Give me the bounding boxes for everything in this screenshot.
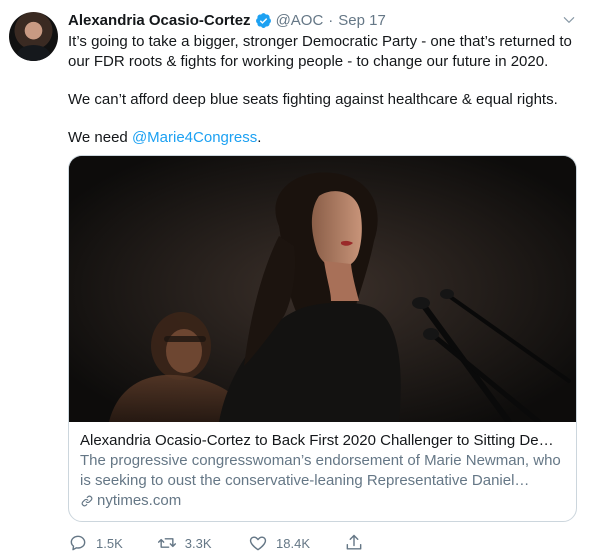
- verified-badge-icon: [255, 12, 271, 28]
- tweet-paragraph-3: We need @Marie4Congress.: [68, 128, 583, 148]
- card-description: The progressive congresswoman’s endorsem…: [80, 452, 561, 489]
- retweet-icon: [157, 538, 176, 548]
- reply-button[interactable]: 1.5K: [68, 533, 123, 553]
- author-handle[interactable]: @AOC: [276, 12, 324, 29]
- author-name[interactable]: Alexandria Ocasio-Cortez: [68, 12, 251, 29]
- card-photo-illustration: [69, 156, 576, 422]
- like-icon: [249, 536, 267, 551]
- tweet-paragraph-2: We can’t afford deep blue seats fighting…: [68, 91, 558, 108]
- retweet-button[interactable]: 3.3K: [157, 533, 214, 553]
- paragraph-3-suffix: .: [257, 129, 262, 146]
- paragraph-3-prefix: We need: [68, 129, 132, 146]
- card-text[interactable]: Alexandria Ocasio-Cortez to Back First 2…: [69, 422, 576, 511]
- link-icon: [81, 495, 93, 507]
- reply-count: 1.5K: [96, 535, 123, 551]
- tweet-paragraph-1: It’s going to take a bigger, stronger De…: [68, 33, 572, 70]
- card-domain-text: nytimes.com: [97, 492, 182, 509]
- card-image[interactable]: [69, 156, 576, 422]
- retweet-count: 3.3K: [184, 535, 212, 551]
- share-button[interactable]: [344, 533, 364, 553]
- avatar-shirt: [17, 45, 50, 61]
- chevron-down-icon[interactable]: [562, 13, 576, 27]
- tweet[interactable]: Alexandria Ocasio-Cortez @AOC · Sep 17 I…: [0, 0, 598, 559]
- mention-link[interactable]: @Marie4Congress: [132, 129, 257, 146]
- tweet-date[interactable]: Sep 17: [338, 12, 386, 29]
- tweet-header: Alexandria Ocasio-Cortez @AOC · Sep 17: [68, 10, 578, 30]
- share-icon: [346, 534, 362, 550]
- avatar[interactable]: [9, 12, 58, 61]
- card-title[interactable]: Alexandria Ocasio-Cortez to Back First 2…: [80, 431, 565, 451]
- header-separator: ·: [328, 11, 334, 29]
- like-button[interactable]: 18.4K: [248, 533, 310, 553]
- like-count: 18.4K: [276, 535, 310, 551]
- reply-icon: [70, 535, 86, 551]
- tweet-actions: 1.5K 3.3K 18.4K: [68, 532, 398, 554]
- link-card[interactable]: Alexandria Ocasio-Cortez to Back First 2…: [68, 155, 577, 522]
- tweet-text: It’s going to take a bigger, stronger De…: [68, 32, 583, 166]
- card-domain[interactable]: nytimes.com: [80, 491, 565, 511]
